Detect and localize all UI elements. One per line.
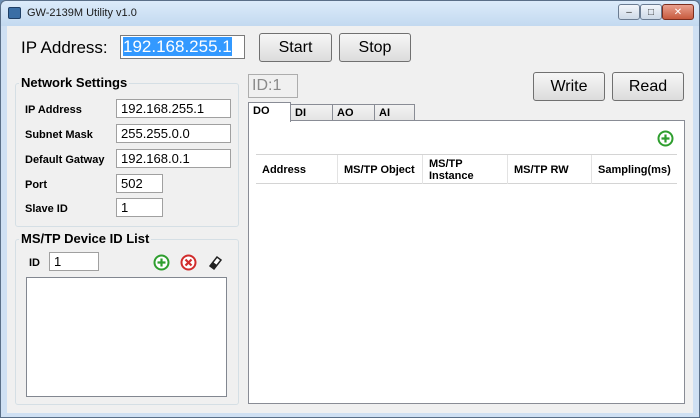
default-gateway-field[interactable]: 192.168.0.1 [116, 149, 231, 168]
slave-id-field[interactable]: 1 [116, 198, 163, 217]
tab-di[interactable]: DI [290, 104, 333, 121]
client-area: IP Address: 192.168.255.1 Start Stop Net… [7, 26, 693, 413]
port-field[interactable]: 502 [116, 174, 163, 193]
remove-circle-icon[interactable] [180, 254, 197, 271]
ip-address-input[interactable]: 192.168.255.1 [120, 35, 245, 59]
window-title: GW-2139M Utility v1.0 [27, 7, 137, 19]
close-button[interactable]: ✕ [662, 4, 694, 20]
subnet-mask-field[interactable]: 255.255.0.0 [116, 124, 231, 143]
stop-button[interactable]: Stop [339, 33, 411, 62]
data-grid-header: Address MS/TP Object MS/TP Instance MS/T… [256, 154, 677, 184]
ip-address-label: IP Address: [21, 38, 108, 57]
add-row-icon[interactable] [657, 130, 674, 147]
column-address[interactable]: Address [256, 155, 338, 184]
tab-ai[interactable]: AI [374, 104, 415, 121]
device-id-field[interactable]: 1 [49, 252, 99, 271]
column-mstp-instance[interactable]: MS/TP Instance [423, 155, 508, 184]
eraser-icon[interactable] [207, 254, 224, 271]
device-id-listbox[interactable] [26, 277, 227, 397]
add-circle-icon[interactable] [153, 254, 170, 271]
device-id-label: ID [29, 257, 40, 269]
column-sampling[interactable]: Sampling(ms) [592, 155, 677, 184]
write-button[interactable]: Write [533, 72, 605, 101]
minimize-icon: – [626, 6, 632, 18]
tab-do[interactable]: DO [248, 102, 291, 122]
subnet-mask-label: Subnet Mask [25, 129, 93, 141]
column-mstp-object[interactable]: MS/TP Object [338, 155, 423, 184]
maximize-icon: □ [647, 6, 655, 18]
tab-ao[interactable]: AO [332, 104, 375, 121]
minimize-button[interactable]: – [618, 4, 640, 20]
default-gateway-label: Default Gatway [25, 154, 105, 166]
start-button[interactable]: Start [259, 33, 332, 62]
device-id-display: ID:1 [248, 74, 298, 98]
device-list-title: MS/TP Device ID List [19, 231, 152, 246]
ip-address-field[interactable]: 192.168.255.1 [116, 99, 231, 118]
slave-id-label: Slave ID [25, 203, 68, 215]
do-tab-panel: Address MS/TP Object MS/TP Instance MS/T… [248, 120, 685, 404]
column-mstp-rw[interactable]: MS/TP RW [508, 155, 592, 184]
read-button[interactable]: Read [612, 72, 684, 101]
port-label: Port [25, 179, 47, 191]
ip-address-value: 192.168.255.1 [123, 37, 232, 56]
network-settings-title: Network Settings [19, 75, 130, 90]
app-icon [8, 7, 21, 19]
app-window: GW-2139M Utility v1.0 – □ ✕ IP Address: … [0, 0, 700, 418]
close-icon: ✕ [673, 6, 683, 18]
ip-address-field-label: IP Address [25, 104, 82, 116]
title-bar: GW-2139M Utility v1.0 – □ ✕ [1, 1, 699, 26]
maximize-button[interactable]: □ [640, 4, 662, 20]
